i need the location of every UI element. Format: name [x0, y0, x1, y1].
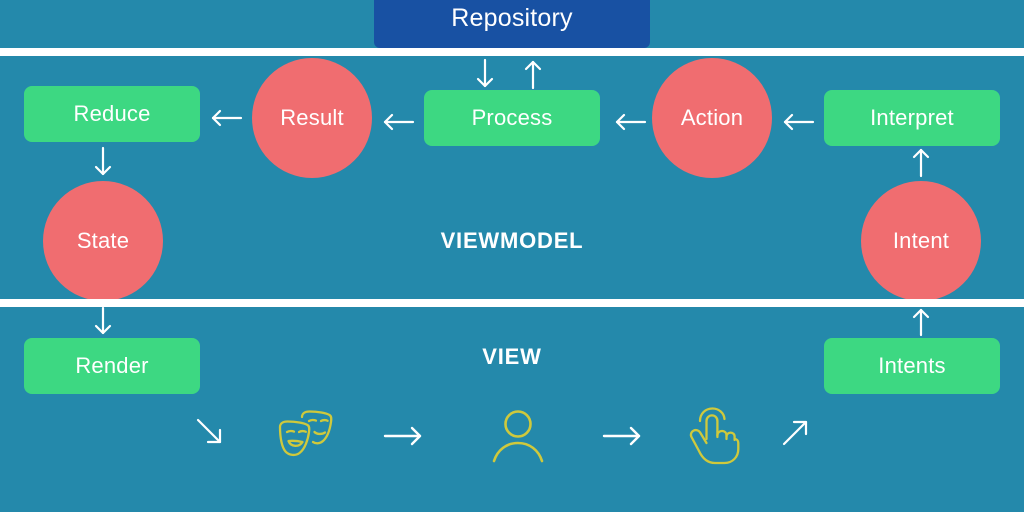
layer-caption-view: VIEW [482, 344, 542, 369]
pointing-hand-icon [684, 406, 742, 466]
arrow-action-to-process [612, 108, 648, 136]
node-state-label: State [76, 228, 130, 253]
arrow-render-to-ui [192, 414, 228, 450]
arrow-result-to-reduce [208, 104, 244, 132]
node-process[interactable]: Process [424, 90, 600, 146]
divider-viewmodel-view [0, 299, 1024, 307]
node-reduce[interactable]: Reduce [24, 86, 200, 142]
node-state[interactable]: State [43, 181, 163, 301]
arrow-interpret-to-action [780, 108, 816, 136]
node-action[interactable]: Action [652, 58, 772, 178]
node-result-label: Result [280, 105, 344, 130]
arrow-repository-to-process [471, 58, 499, 90]
divider-repository-viewmodel [0, 48, 1024, 56]
node-intent[interactable]: Intent [861, 181, 981, 301]
arrow-process-to-result [380, 108, 416, 136]
arrow-gesture-to-intents [778, 414, 814, 450]
node-render-label: Render [75, 353, 149, 378]
repository-node[interactable]: Repository [374, 0, 650, 48]
arrow-process-to-repository [519, 58, 547, 90]
node-interpret-label: Interpret [870, 105, 954, 130]
layer-caption-viewmodel: VIEWMODEL [440, 228, 584, 253]
node-process-label: Process [471, 105, 553, 130]
node-interpret[interactable]: Interpret [824, 90, 1000, 146]
node-action-label: Action [680, 105, 744, 130]
node-reduce-label: Reduce [73, 101, 151, 126]
user-icon [489, 408, 547, 466]
node-intent-label: Intent [892, 228, 950, 253]
node-render[interactable]: Render [24, 338, 200, 394]
node-result[interactable]: Result [252, 58, 372, 178]
arrow-state-to-render [89, 307, 117, 337]
node-intents[interactable]: Intents [824, 338, 1000, 394]
arrow-ui-to-user [382, 422, 426, 450]
node-intents-label: Intents [878, 353, 946, 378]
arrow-intent-to-interpret [907, 146, 935, 178]
arrow-reduce-to-state [89, 146, 117, 178]
architecture-diagram: Repository VIEWMODEL Reduce Result Proce… [0, 0, 1024, 512]
repository-label: Repository [451, 3, 573, 32]
arrow-intents-to-intent [907, 307, 935, 337]
arrow-user-to-gesture [601, 422, 645, 450]
theater-masks-icon [276, 408, 336, 466]
